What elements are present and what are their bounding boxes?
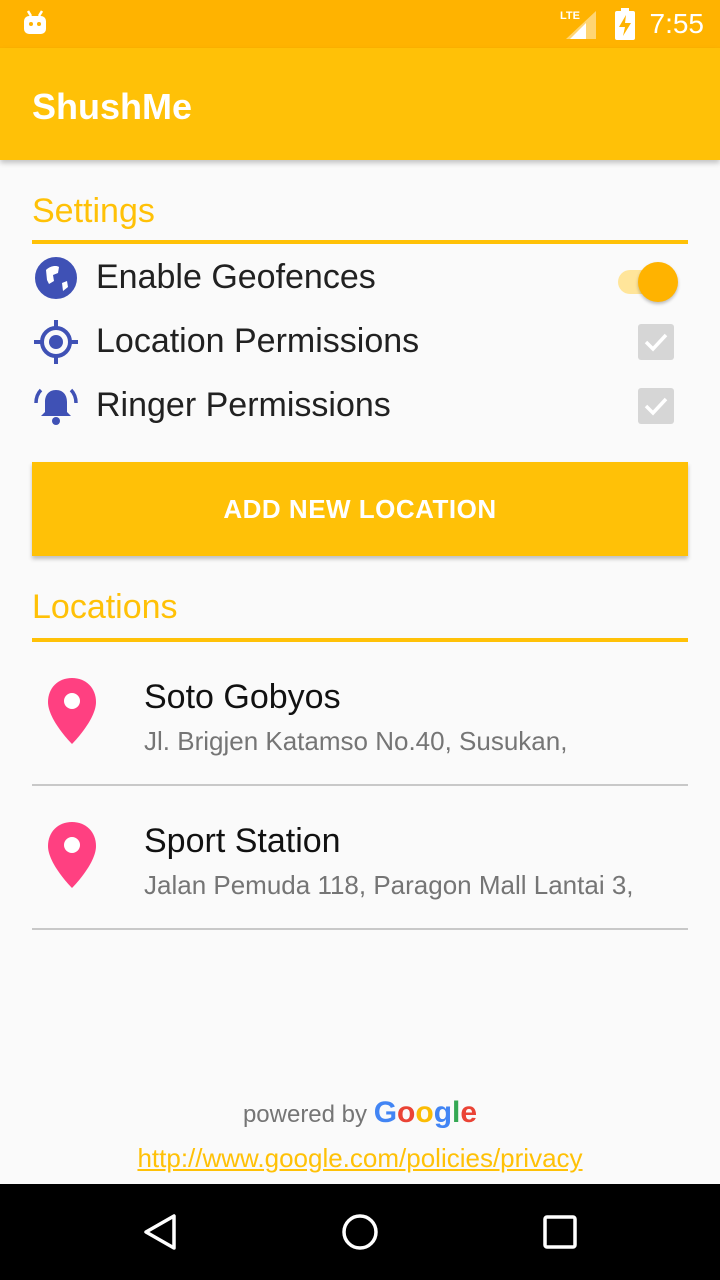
location-list-item[interactable]: Sport Station Jalan Pemuda 118, Paragon … — [32, 786, 688, 930]
globe-icon — [35, 257, 77, 299]
recents-icon[interactable] — [536, 1208, 584, 1256]
check-icon — [644, 397, 668, 416]
add-new-location-button[interactable]: ADD NEW LOCATION — [32, 462, 688, 556]
setting-label: Location Permissions — [96, 322, 420, 360]
location-name: Sport Station — [144, 822, 341, 860]
privacy-policy-link[interactable]: http://www.google.com/policies/privacy — [0, 1143, 720, 1174]
powered-by-label: powered by — [242, 1101, 368, 1128]
google-letter: o — [397, 1096, 416, 1129]
location-name: Soto Gobyos — [144, 678, 341, 716]
geofence-toggle-switch[interactable] — [614, 260, 680, 302]
settings-header: Settings — [32, 192, 155, 230]
setting-enable-geofences[interactable]: Enable Geofences — [32, 246, 688, 310]
setting-label: Ringer Permissions — [96, 386, 391, 424]
location-list-item[interactable]: Soto Gobyos Jl. Brigjen Katamso No.40, S… — [32, 642, 688, 786]
google-letter: e — [460, 1096, 478, 1129]
home-icon[interactable] — [336, 1208, 384, 1256]
map-pin-icon — [48, 822, 96, 888]
ringer-bell-icon — [34, 388, 78, 425]
locations-header: Locations — [32, 588, 178, 626]
settings-divider — [32, 240, 688, 244]
setting-location-permissions[interactable]: Location Permissions — [32, 310, 688, 374]
android-notification-icon — [24, 10, 46, 34]
app-bar: ShushMe — [0, 48, 720, 160]
map-pin-icon — [48, 678, 96, 744]
location-address: Jalan Pemuda 118, Paragon Mall Lantai 3, — [144, 870, 634, 900]
navigation-bar — [0, 1184, 720, 1280]
google-letter: G — [373, 1096, 398, 1129]
lte-signal-icon: LTE — [560, 10, 596, 39]
check-icon — [644, 333, 668, 352]
location-permission-checkbox[interactable] — [638, 324, 674, 360]
network-type-label: LTE — [560, 10, 580, 22]
location-address: Jl. Brigjen Katamso No.40, Susukan, — [144, 726, 568, 756]
powered-by-google: powered by Google — [0, 1096, 720, 1130]
status-bar: LTE 7:55 — [0, 0, 720, 48]
switch-thumb — [638, 262, 678, 302]
ringer-permission-checkbox[interactable] — [638, 388, 674, 424]
google-letter: o — [415, 1096, 434, 1129]
gps-target-icon — [34, 320, 78, 364]
battery-charging-icon — [614, 8, 635, 40]
google-logo: Google — [374, 1096, 477, 1129]
app-title: ShushMe — [32, 86, 193, 127]
google-letter: g — [433, 1096, 453, 1129]
setting-label: Enable Geofences — [96, 258, 376, 296]
back-icon[interactable] — [136, 1208, 184, 1256]
setting-ringer-permissions[interactable]: Ringer Permissions — [32, 374, 688, 438]
status-time: 7:55 — [649, 8, 705, 39]
